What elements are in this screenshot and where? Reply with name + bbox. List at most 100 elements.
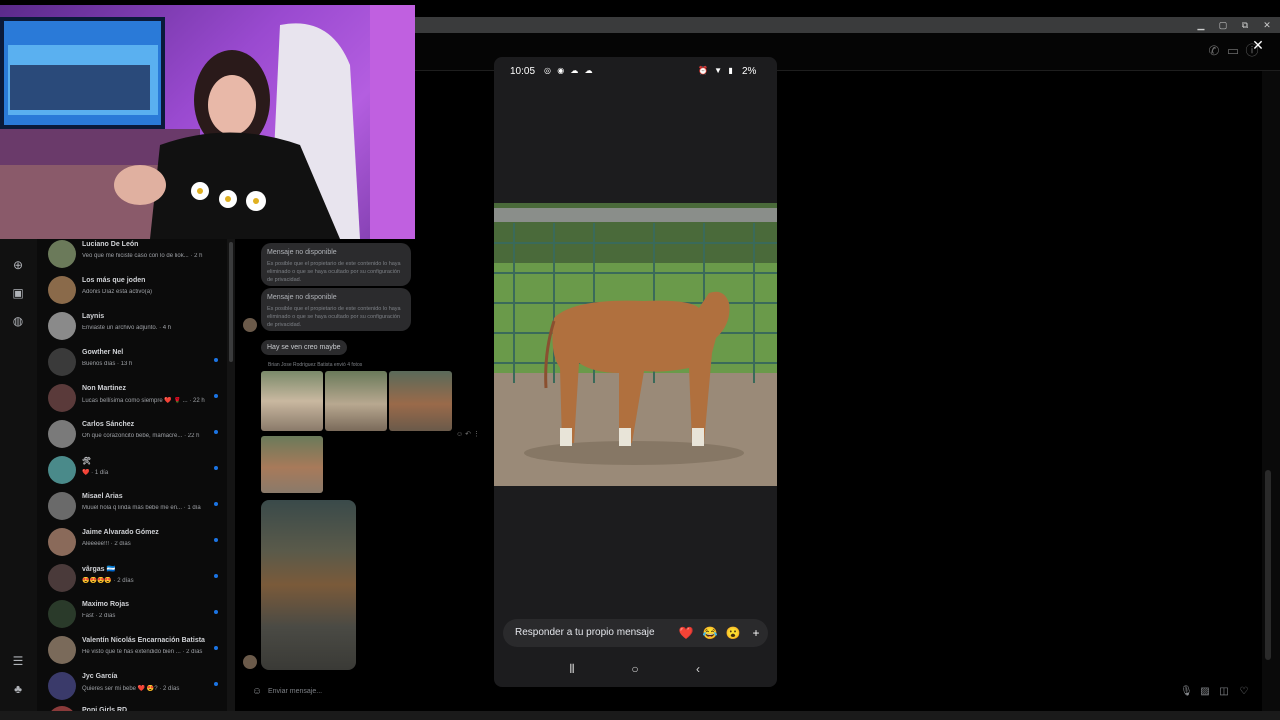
chat-list: Luciano De León Veo que me hiciste caso … xyxy=(37,238,227,720)
chat-list-item[interactable]: 🛠 ❤️ · 1 día xyxy=(37,454,227,490)
maximize-icon[interactable]: ⧉ xyxy=(1234,17,1256,33)
heart-reaction-button[interactable]: ❤️ xyxy=(678,625,694,641)
chat-name: Carlos Sánchez xyxy=(82,421,135,428)
chat-list-item[interactable]: Los más que joden Adonis Díaz está activ… xyxy=(37,274,227,310)
image-icon[interactable]: ▨ xyxy=(1199,686,1211,698)
chat-preview: Aleeeee!!! · 2 días xyxy=(82,541,131,547)
chat-name: Laynis xyxy=(82,313,105,320)
unread-dot xyxy=(214,574,218,578)
status-app-icons: ◎ ◉ ☁ ☁ xyxy=(544,66,595,75)
add-icon[interactable]: ⊕ xyxy=(11,258,25,272)
story-photo[interactable] xyxy=(494,203,777,486)
photo-message[interactable] xyxy=(261,500,356,670)
unread-dot xyxy=(214,430,218,434)
chat-list-scroll-thumb[interactable] xyxy=(229,242,233,362)
left-nav-rail xyxy=(0,238,37,720)
chat-list-item[interactable]: Gowther Nel Buenos días · 13 h xyxy=(37,346,227,382)
taskbar xyxy=(0,711,1280,720)
chat-preview: Muuel hola q linda más bebe me en... · 1… xyxy=(82,505,201,511)
phone-story-viewer: 10:05 ◎ ◉ ☁ ☁ ⏰ ▼ ▮ 2% Responder a tu pr… xyxy=(494,57,777,687)
chat-name: Gowther Nel xyxy=(82,349,124,356)
chat-preview: Adonis Díaz está activo(a) xyxy=(82,289,153,295)
chat-preview: Fast · 2 días xyxy=(82,613,116,619)
more-reactions-button[interactable]: + xyxy=(748,625,764,641)
calf-photo xyxy=(494,203,777,486)
chat-preview: Quieres ser mi bebe ❤️ 😍? · 2 días xyxy=(82,686,180,692)
avatar xyxy=(48,672,76,700)
restore-icon[interactable]: ▢ xyxy=(1212,17,1234,33)
chat-list-item[interactable]: Luciano De León Veo que me hiciste caso … xyxy=(37,238,227,274)
laugh-reaction-button[interactable]: 😂 xyxy=(702,625,718,641)
message-body: Es posible que el propietario de este co… xyxy=(267,306,401,328)
chat-name: Maximo Rojas xyxy=(82,601,130,608)
microphone-icon[interactable]: 🎙 xyxy=(1180,686,1193,698)
photo-thumbnail[interactable] xyxy=(389,371,452,431)
chat-list-item[interactable]: Laynis Enviaste un archivo adjunto. · 4 … xyxy=(37,310,227,346)
chat-name: Jaime Alvarado Gómez xyxy=(82,529,159,536)
message-body: Es posible que el propietario de este co… xyxy=(267,261,401,283)
message-actions[interactable]: ☺ ↶ ⋮ xyxy=(456,430,480,438)
chat-name: Non Martinez xyxy=(82,385,126,392)
back-icon[interactable]: ‹ xyxy=(690,661,706,677)
screen: ▁ ▢ ⧉ ✕ ✆ ▭ ⓘ ✕ ⊕ ▣ ◍ ☰ ♣ Luciano De Leó… xyxy=(0,0,1280,720)
home-icon[interactable]: ○ xyxy=(627,661,643,677)
minimize-icon[interactable]: ▁ xyxy=(1190,17,1212,33)
chat-name: vârgas 🇭🇳 xyxy=(82,566,116,573)
phone-call-icon[interactable]: ✆ xyxy=(1206,43,1222,59)
unread-dot xyxy=(214,610,218,614)
chat-name: Los más que joden xyxy=(82,277,146,284)
sticker-icon[interactable]: ◫ xyxy=(1218,686,1230,698)
unread-dot xyxy=(214,646,218,650)
wow-reaction-button[interactable]: 😮 xyxy=(725,625,741,641)
reply-input[interactable]: Responder a tu propio mensaje xyxy=(515,627,655,638)
window-title-bar xyxy=(415,17,1280,33)
avatar xyxy=(48,564,76,592)
marketplace-icon[interactable]: ▣ xyxy=(11,286,25,300)
chat-preview: Buenos días · 13 h xyxy=(82,361,133,367)
photo-thumbnail[interactable] xyxy=(261,436,323,493)
avatar xyxy=(48,312,76,340)
chat-preview: He visto que te has extendido bien ... ·… xyxy=(82,649,203,655)
webcam-overlay xyxy=(0,5,415,239)
avatar xyxy=(48,348,76,376)
unread-dot xyxy=(214,682,218,686)
chat-list-item[interactable]: Maximo Rojas Fast · 2 días xyxy=(37,598,227,634)
avatar xyxy=(48,492,76,520)
close-window-icon[interactable]: ✕ xyxy=(1256,17,1278,33)
chat-preview: ❤️ · 1 día xyxy=(82,470,109,476)
avatar xyxy=(48,240,76,268)
chat-list-item[interactable]: Jyc García Quieres ser mi bebe ❤️ 😍? · 2… xyxy=(37,670,227,706)
chat-preview: 😍😍😍😍 · 2 días xyxy=(82,578,134,584)
chat-preview: Enviaste un archivo adjunto. · 4 h xyxy=(82,325,172,331)
chat-list-item[interactable]: Misael Arias Muuel hola q linda más bebe… xyxy=(37,490,227,526)
status-system-icons: ⏰ ▼ ▮ xyxy=(698,66,735,75)
unread-dot xyxy=(214,358,218,362)
chat-list-item[interactable]: vârgas 🇭🇳 😍😍😍😍 · 2 días xyxy=(37,562,227,598)
unavailable-message: Mensaje no disponible Es posible que el … xyxy=(261,243,411,286)
menu-icon[interactable]: ☰ xyxy=(11,654,25,668)
heart-icon[interactable]: ♡ xyxy=(1238,686,1250,698)
sender-avatar xyxy=(243,318,257,332)
conversation-scroll-thumb[interactable] xyxy=(1265,470,1271,660)
photo-thumbnail[interactable] xyxy=(325,371,387,431)
chat-preview: Veo que me hiciste caso con lo de liok..… xyxy=(82,253,203,259)
avatar xyxy=(48,276,76,304)
chat-name: Valentín Nicolás Encarnación Batista xyxy=(82,637,205,644)
text-message: Hay se ven creo maybe xyxy=(261,340,347,355)
close-viewer-icon[interactable]: ✕ xyxy=(1251,38,1265,52)
chat-list-item[interactable]: Carlos Sánchez Oh que corazoncito bebé, … xyxy=(37,418,227,454)
chat-list-item[interactable]: Jaime Alvarado Gómez Aleeeee!!! · 2 días xyxy=(37,526,227,562)
message-input[interactable]: Enviar mensaje... xyxy=(268,688,322,695)
globe-icon[interactable]: ◍ xyxy=(11,314,25,328)
message-title: Mensaje no disponible xyxy=(267,249,337,256)
chat-list-item[interactable]: Non Martinez Lucas bellísima como siempr… xyxy=(37,382,227,418)
recent-apps-icon[interactable]: ⦀ xyxy=(564,661,580,677)
chat-name: Misael Arias xyxy=(82,493,123,500)
chat-list-item[interactable]: Valentín Nicolás Encarnación Batista He … xyxy=(37,634,227,670)
photo-thumbnail[interactable] xyxy=(261,371,323,431)
photos-sent-label: Brian Jose Rodriguez Batista envió 4 fot… xyxy=(268,362,363,368)
video-call-icon[interactable]: ▭ xyxy=(1225,43,1241,59)
streamer-video xyxy=(0,5,415,239)
people-icon[interactable]: ♣ xyxy=(11,682,25,696)
emoji-icon[interactable]: ☺ xyxy=(251,686,263,698)
